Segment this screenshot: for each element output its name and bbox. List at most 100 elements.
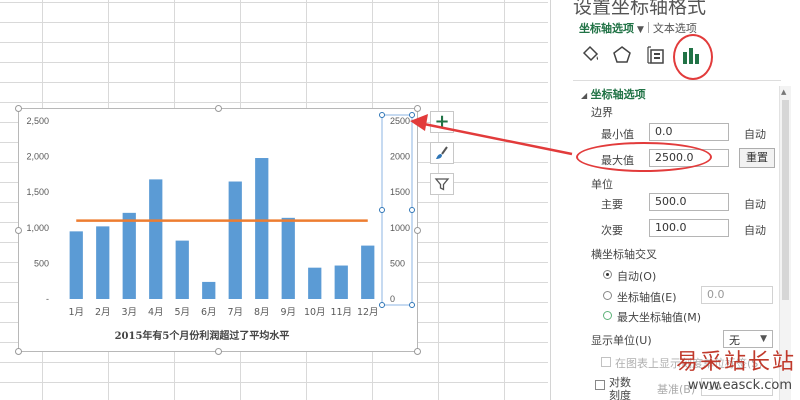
bar-1[interactable] — [69, 231, 83, 299]
bounds-label: 边界 — [591, 106, 613, 119]
log-scale-checkbox[interactable] — [595, 380, 605, 390]
min-label: 最小值 — [601, 128, 634, 141]
format-axis-pane: 设置坐标轴格式 坐标轴选项 ▼ 文本选项 ◢ 坐标轴选项 边界 最小值 0.0 … — [550, 0, 800, 400]
cross-value-label: 坐标轴值(E) — [617, 291, 677, 304]
chart-area[interactable]: - 500 1,000 1,500 2,000 2,500 0 500 1000 1500 200… — [15, 105, 421, 355]
tab-axis-options[interactable]: 坐标轴选项 — [579, 22, 634, 35]
reset-button[interactable]: 重置 — [739, 148, 775, 168]
bar-3[interactable] — [122, 212, 136, 299]
y-left-tick-label[interactable]: 2,000 — [26, 152, 49, 162]
pentagon-shape-icon — [613, 46, 631, 63]
x-tick-label[interactable]: 2月 — [95, 307, 111, 318]
annotation-oval — [576, 142, 712, 172]
watermark-text: 易采站长站 — [675, 350, 796, 375]
cross-auto-radio[interactable] — [603, 270, 612, 279]
cross-value-radio[interactable] — [603, 291, 612, 300]
bar-7[interactable] — [228, 181, 242, 299]
scroll-thumb[interactable] — [782, 100, 789, 300]
x-tick-label[interactable]: 10月 — [304, 307, 326, 318]
plus-icon: + — [434, 111, 450, 132]
minor-unit-input[interactable]: 100.0 — [649, 219, 729, 237]
y-right-tick-label[interactable]: 1500 — [390, 187, 410, 197]
units-label: 单位 — [591, 178, 613, 191]
y-left-tick-label[interactable]: 1,000 — [26, 223, 49, 233]
axis-selection-handle[interactable] — [409, 207, 415, 213]
x-tick-label[interactable]: 12月 — [357, 307, 379, 318]
major-auto-link[interactable]: 自动 — [744, 196, 766, 212]
y-right-tick-label[interactable]: 1000 — [390, 223, 410, 233]
bar-4[interactable] — [149, 179, 163, 299]
x-tick-label[interactable]: 6月 — [201, 307, 217, 318]
chart-title[interactable]: 2015年有5个月份利润超过了平均水平 — [115, 329, 290, 342]
major-label: 主要 — [601, 198, 623, 211]
watermark-url: www.easck.com — [687, 378, 792, 393]
size-properties-tab[interactable] — [643, 42, 669, 68]
section-axis-options[interactable]: ◢ 坐标轴选项 — [581, 86, 646, 102]
resize-handle[interactable] — [15, 348, 22, 355]
x-tick-label[interactable]: 11月 — [330, 307, 352, 318]
log-scale-label: 对数刻度(L) — [609, 376, 631, 400]
minor-label: 次要 — [601, 224, 623, 237]
effects-tab[interactable] — [609, 42, 635, 68]
y-left-tick-label[interactable]: 2,500 — [26, 116, 49, 126]
fill-bucket-icon — [582, 45, 599, 62]
scroll-up-icon[interactable]: ▲ — [781, 88, 786, 96]
x-tick-label[interactable]: 4月 — [148, 307, 164, 318]
y-left-tick-label[interactable]: 1,500 — [26, 187, 49, 197]
chart-filters-button[interactable] — [430, 173, 454, 195]
y-right-tick-label[interactable]: 2500 — [390, 116, 410, 126]
resize-handle[interactable] — [215, 105, 222, 112]
major-unit-input[interactable]: 500.0 — [649, 193, 729, 211]
show-units-checkbox[interactable] — [601, 357, 611, 367]
y-right-tick-label[interactable]: 0 — [390, 294, 395, 304]
cross-max-radio[interactable] — [603, 311, 612, 320]
chart-styles-button[interactable] — [430, 142, 454, 164]
axis-selection-handle[interactable] — [409, 302, 415, 308]
cross-value-input[interactable]: 0.0 — [701, 286, 773, 304]
resize-handle[interactable] — [15, 227, 22, 234]
axis-selection-handle[interactable] — [379, 302, 385, 308]
pane-tabs: 坐标轴选项 ▼ 文本选项 — [579, 20, 697, 36]
bar-12[interactable] — [361, 245, 375, 299]
bar-8[interactable] — [255, 158, 269, 299]
resize-handle[interactable] — [414, 105, 421, 112]
filter-icon — [434, 178, 450, 191]
x-tick-label[interactable]: 3月 — [121, 307, 137, 318]
y-right-tick-label[interactable]: 500 — [390, 258, 405, 268]
bar-9[interactable] — [281, 217, 295, 299]
cross-max-label: 最大坐标轴值(M) — [617, 311, 702, 324]
section-label: 坐标轴选项 — [590, 88, 646, 101]
brush-icon — [436, 146, 448, 159]
tab-text-options[interactable]: 文本选项 — [653, 22, 697, 35]
y-right-tick-label[interactable]: 2000 — [390, 152, 410, 162]
minor-auto-link[interactable]: 自动 — [744, 222, 766, 238]
chevron-down-icon[interactable]: ▼ — [637, 25, 644, 35]
watermark: 易采站长站 www.easck.com — [648, 344, 800, 400]
axis-selection-handle[interactable] — [379, 207, 385, 213]
bar-11[interactable] — [334, 265, 348, 299]
resize-handle[interactable] — [215, 348, 222, 355]
display-units-label: 显示单位(U) — [591, 334, 652, 347]
fill-line-tab[interactable] — [577, 42, 603, 68]
profit-chart[interactable]: - 500 1,000 1,500 2,000 2,500 0 500 1000 1500 200… — [19, 109, 419, 353]
chart-elements-button[interactable]: + — [430, 111, 454, 133]
axis-selection-handle[interactable] — [409, 112, 415, 118]
bar-2[interactable] — [96, 226, 110, 299]
x-tick-label[interactable]: 9月 — [280, 307, 296, 318]
bar-10[interactable] — [308, 267, 322, 299]
bar-5[interactable] — [175, 240, 189, 299]
right-axis-selection[interactable] — [381, 114, 413, 306]
x-tick-label[interactable]: 7月 — [227, 307, 243, 318]
axis-selection-handle[interactable] — [379, 112, 385, 118]
x-tick-label[interactable]: 5月 — [174, 307, 190, 318]
resize-handle[interactable] — [414, 227, 421, 234]
bar-6[interactable] — [202, 281, 216, 299]
y-left-tick-label[interactable]: - — [46, 294, 49, 304]
y-left-tick-label[interactable]: 500 — [34, 258, 49, 268]
x-tick-label[interactable]: 8月 — [254, 307, 270, 318]
min-value-input[interactable]: 0.0 — [649, 123, 729, 141]
min-auto-link[interactable]: 自动 — [744, 126, 766, 142]
resize-handle[interactable] — [414, 348, 421, 355]
x-tick-label[interactable]: 1月 — [68, 307, 84, 318]
resize-handle[interactable] — [15, 105, 22, 112]
